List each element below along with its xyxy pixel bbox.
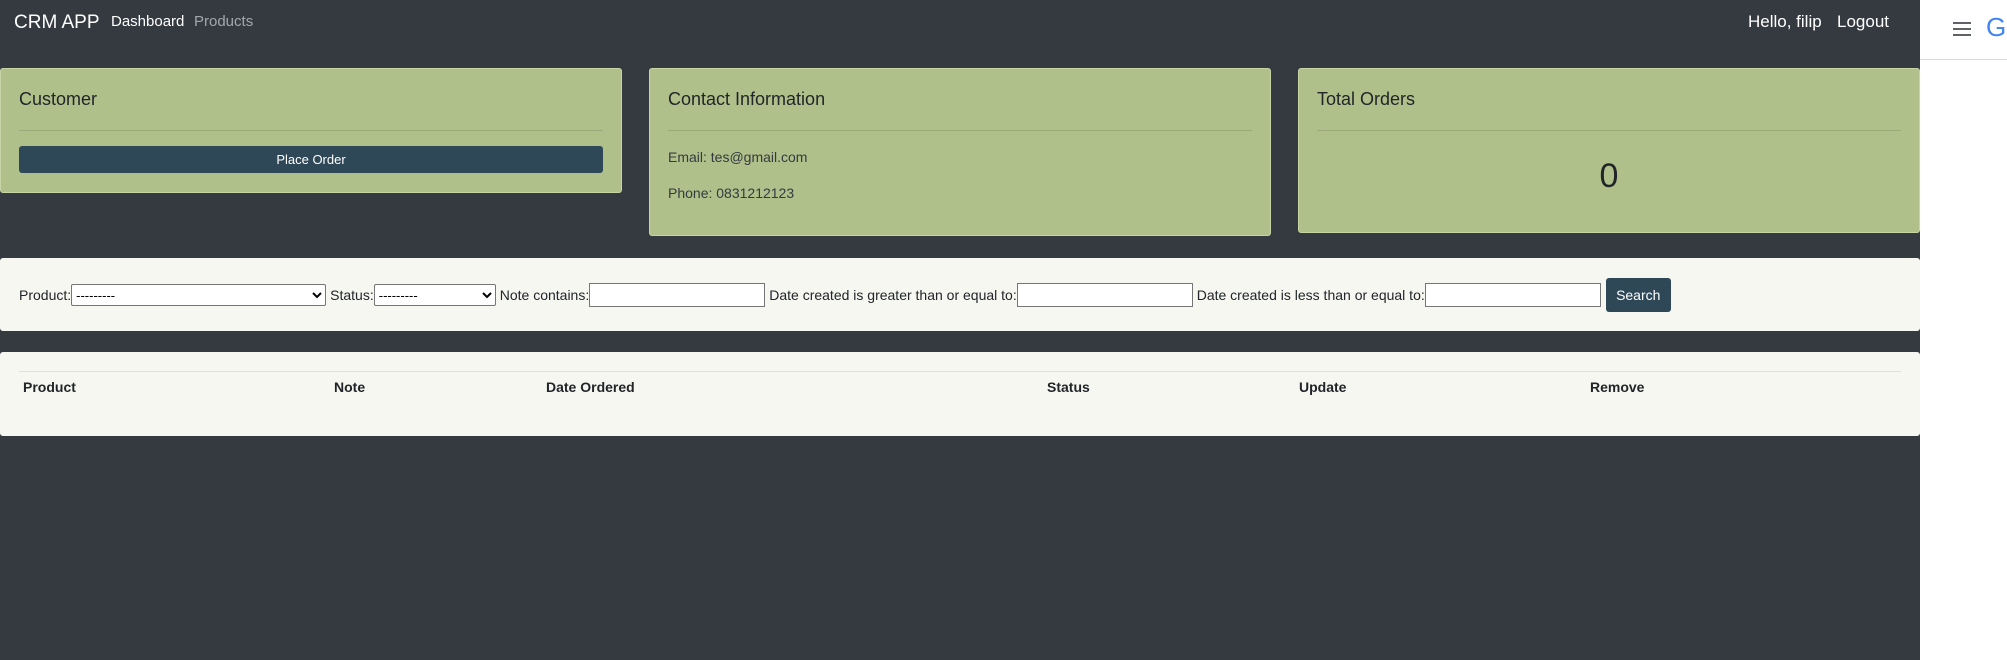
product-filter-label: Product: [19, 287, 72, 303]
navbar: CRM APP Dashboard Products Hello, filip … [0, 0, 1920, 44]
total-orders-count: 0 [1599, 157, 1619, 195]
side-panel: Go [1920, 0, 2007, 660]
date-lte-filter-label: Date created is less than or equal to: [1196, 287, 1425, 303]
place-order-button[interactable]: Place Order [19, 146, 603, 173]
search-button[interactable]: Search [1605, 278, 1671, 312]
orders-table: Product Note Date Ordered Status Update … [0, 352, 1920, 436]
orders-table-top-border [19, 371, 1901, 372]
nav-dashboard-link[interactable]: Dashboard [111, 13, 184, 30]
note-filter-input[interactable] [589, 283, 766, 307]
contact-email: Email: tes@gmail.com [668, 149, 808, 165]
column-header-product: Product [23, 379, 76, 395]
status-filter-select[interactable]: --------- [373, 284, 496, 306]
date-gte-filter-input[interactable] [1016, 283, 1193, 307]
contact-card-title: Contact Information [668, 89, 826, 109]
column-header-note: Note [334, 379, 366, 395]
customer-card: Customer Place Order [0, 68, 622, 193]
column-header-remove: Remove [1590, 379, 1645, 395]
total-orders-divider [1317, 130, 1901, 131]
total-orders-card: Total Orders 0 [1298, 68, 1920, 233]
contact-card-divider [668, 130, 1252, 131]
filter-row: Product: --------- Status: --------- Not… [19, 278, 1671, 312]
total-orders-title: Total Orders [1317, 89, 1416, 109]
customer-card-title: Customer [19, 89, 98, 109]
date-gte-filter-label: Date created is greater than or equal to… [769, 287, 1017, 303]
contact-card: Contact Information Email: tes@gmail.com… [649, 68, 1271, 236]
google-logo: Go [1986, 12, 2007, 42]
brand-link[interactable]: CRM APP [14, 12, 100, 34]
nav-products-link[interactable]: Products [194, 13, 253, 30]
column-header-update: Update [1299, 379, 1347, 395]
contact-phone: Phone: 0831212123 [668, 185, 795, 201]
customer-card-divider [19, 130, 603, 131]
note-filter-label: Note contains: [499, 287, 590, 303]
order-filter-form: Product: --------- Status: --------- Not… [0, 258, 1920, 331]
app-root: CRM APP Dashboard Products Hello, filip … [0, 0, 1920, 660]
column-header-date-ordered: Date Ordered [546, 379, 635, 395]
product-filter-select[interactable]: --------- [71, 284, 327, 306]
user-greeting: Hello, filip [1748, 12, 1822, 31]
logout-link[interactable]: Logout [1837, 12, 1889, 32]
date-lte-filter-input[interactable] [1424, 283, 1601, 307]
hamburger-icon[interactable] [1953, 22, 1971, 36]
status-filter-label: Status: [330, 287, 374, 303]
side-panel-divider [1920, 59, 2007, 60]
column-header-status: Status [1047, 379, 1090, 395]
